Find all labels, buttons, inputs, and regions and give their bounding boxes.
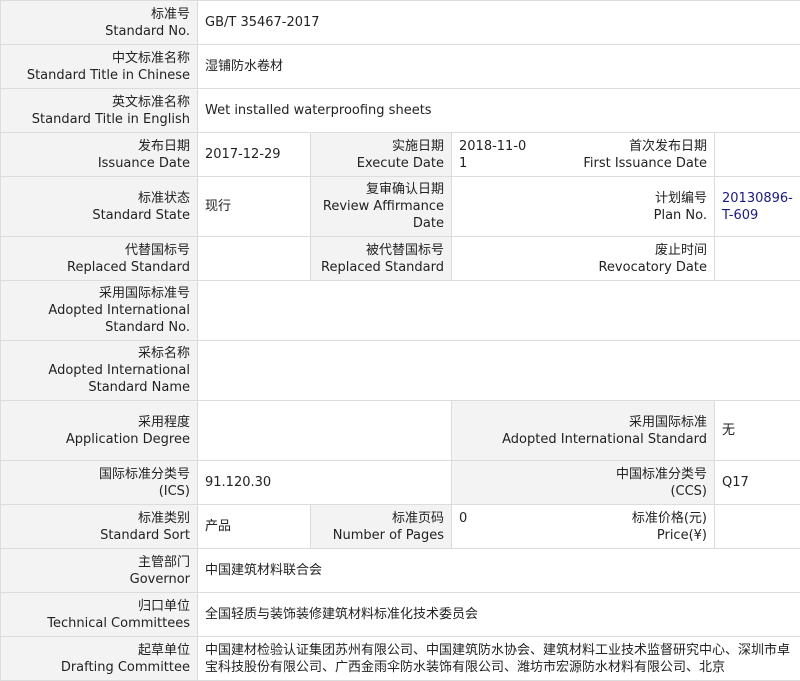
- standard-no-value: GB/T 35467-2017: [196, 0, 800, 45]
- standard-sort-value: 产品: [197, 504, 311, 549]
- standard-info-table: 标准号 Standard No. GB/T 35467-2017 中文标准名称 St…: [0, 0, 800, 681]
- row-dates: 发布日期 Issuance Date 2017-12-29 实施日期 Execute…: [0, 132, 800, 177]
- standard-sort-label: 标准类别 Standard Sort: [0, 504, 198, 549]
- technical-committees-value: 全国轻质与装饰装修建筑材料标准化技术委员会: [196, 592, 800, 637]
- replaced-standard-value: [197, 236, 311, 281]
- row-drafting-committee: 起草单位 Drafting Committee 中国建材检验认证集团苏州有限公司、…: [0, 636, 800, 681]
- governor-label: 主管部门 Governor: [0, 548, 198, 593]
- standard-state-value: 现行: [197, 176, 311, 237]
- row-classification: 国际标准分类号 (ICS) 91.120.30 中国标准分类号 (CCS) Q17: [0, 460, 800, 505]
- adopted-intl-no-label: 采用国际标准号 Adopted International Standard No…: [0, 280, 198, 341]
- application-degree-label: 采用程度 Application Degree: [0, 400, 198, 461]
- adopted-intl-no-value: [196, 280, 800, 341]
- row-state: 标准状态 Standard State 现行 复审确认日期 Review Affir…: [0, 176, 800, 237]
- plan-no-value[interactable]: 20130896-T-609: [713, 176, 800, 237]
- row-adopted-intl-no: 采用国际标准号 Adopted International Standard No…: [0, 280, 800, 341]
- standard-no-label: 标准号 Standard No.: [0, 0, 198, 45]
- row-sort: 标准类别 Standard Sort 产品 标准页码 Number of Pages…: [0, 504, 800, 549]
- title-cn-label: 中文标准名称 Standard Title in Chinese: [0, 44, 198, 89]
- row-title-cn: 中文标准名称 Standard Title in Chinese 湿铺防水卷材: [0, 44, 800, 89]
- pages-price-cell: 标准价格(元) Price(¥) 0: [451, 504, 715, 549]
- title-en-value: Wet installed waterproofing sheets: [196, 88, 800, 133]
- number-of-pages-value: 0: [459, 510, 468, 526]
- first-issuance-date-label: 首次发布日期 First Issuance Date: [583, 138, 707, 171]
- review-plan-cell: 计划编号 Plan No.: [451, 176, 715, 237]
- row-application-degree: 采用程度 Application Degree 采用国际标准 Adopted Int…: [0, 400, 800, 461]
- replaced-revocatory-cell: 废止时间 Revocatory Date: [451, 236, 715, 281]
- row-adopted-intl-name: 采标名称 Adopted International Standard Name: [0, 340, 800, 401]
- title-cn-value: 湿铺防水卷材: [196, 44, 800, 89]
- number-of-pages-label: 标准页码 Number of Pages: [310, 504, 452, 549]
- row-title-en: 英文标准名称 Standard Title in English Wet inst…: [0, 88, 800, 133]
- revocatory-date-value: [713, 236, 800, 281]
- adopted-intl-name-label: 采标名称 Adopted International Standard Name: [0, 340, 198, 401]
- ccs-value: Q17: [713, 460, 800, 505]
- price-value: [713, 504, 800, 549]
- ics-label: 国际标准分类号 (ICS): [0, 460, 198, 505]
- row-technical-committees: 归口单位 Technical Committees 全国轻质与装饰装修建筑材料标准…: [0, 592, 800, 637]
- row-governor: 主管部门 Governor 中国建筑材料联合会: [0, 548, 800, 593]
- execute-date-label: 实施日期 Execute Date: [310, 132, 452, 177]
- technical-committees-label: 归口单位 Technical Committees: [0, 592, 198, 637]
- issuance-date-value: 2017-12-29: [197, 132, 311, 177]
- drafting-committee-value: 中国建材检验认证集团苏州有限公司、中国建筑防水协会、建筑材料工业技术监督研究中心…: [196, 636, 800, 681]
- adopted-intl-standard-label: 采用国际标准 Adopted International Standard: [451, 400, 715, 461]
- replaced-standard-label: 代替国标号 Replaced Standard: [0, 236, 198, 281]
- adopted-intl-name-value: [196, 340, 800, 401]
- review-affirmance-date-label: 复审确认日期 Review Affirmance Date: [310, 176, 452, 237]
- plan-no-label: 计划编号 Plan No.: [653, 190, 707, 223]
- issuance-date-label: 发布日期 Issuance Date: [0, 132, 198, 177]
- revocatory-date-label: 废止时间 Revocatory Date: [598, 242, 707, 275]
- ics-value: 91.120.30: [197, 460, 452, 505]
- drafting-committee-label: 起草单位 Drafting Committee: [0, 636, 198, 681]
- title-en-label: 英文标准名称 Standard Title in English: [0, 88, 198, 133]
- execute-date-value: 2018-11-01 首次发布日期 First Issuance Date: [451, 132, 715, 177]
- replaced-by-standard-label: 被代替国标号 Replaced Standard: [310, 236, 452, 281]
- application-degree-value: [197, 400, 452, 461]
- row-standard-no: 标准号 Standard No. GB/T 35467-2017: [0, 0, 800, 45]
- price-label: 标准价格(元) Price(¥): [631, 510, 707, 543]
- adopted-intl-standard-value: 无: [713, 400, 800, 461]
- row-replaced: 代替国标号 Replaced Standard 被代替国标号 Replaced St…: [0, 236, 800, 281]
- first-issuance-date-value: [713, 132, 800, 177]
- standard-state-label: 标准状态 Standard State: [0, 176, 198, 237]
- governor-value: 中国建筑材料联合会: [196, 548, 800, 593]
- ccs-label: 中国标准分类号 (CCS): [451, 460, 715, 505]
